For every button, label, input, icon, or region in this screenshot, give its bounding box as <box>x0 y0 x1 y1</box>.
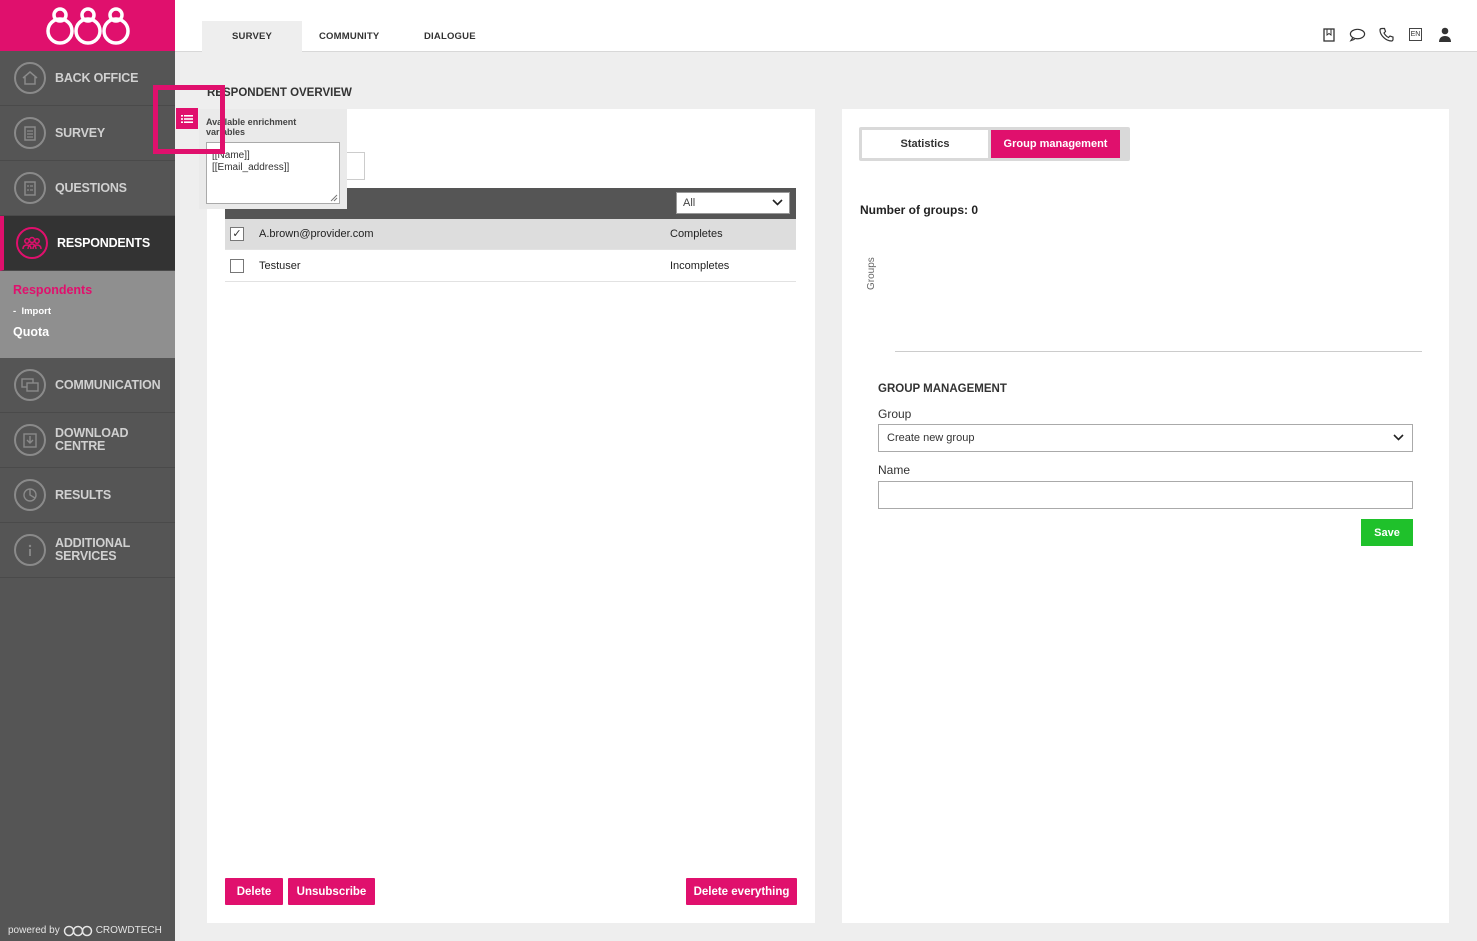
sidebar-item-label: RESPONDENTS <box>57 235 150 250</box>
enrichment-variable: [[Email_address]] <box>212 162 290 173</box>
sidebar-item-results[interactable]: RESULTS <box>0 468 175 523</box>
top-icon-bar: EN <box>1320 26 1453 43</box>
group-management-title: GROUP MANAGEMENT <box>878 383 1007 395</box>
subnav-quota[interactable]: Quota <box>13 325 175 339</box>
unsubscribe-button[interactable]: Unsubscribe <box>288 878 375 905</box>
group-name-input[interactable] <box>878 481 1413 509</box>
row-status: Incompletes <box>670 260 730 272</box>
tab-group-management[interactable]: Group management <box>991 130 1120 158</box>
sidebar-item-additional-services[interactable]: ADDITIONAL SERVICES <box>0 523 175 578</box>
name-label: Name <box>878 463 911 477</box>
page-title: RESPONDENT OVERVIEW <box>207 87 352 99</box>
chat-bubble-icon[interactable] <box>1349 26 1366 43</box>
home-icon <box>14 62 46 94</box>
sidebar-item-questions[interactable]: QUESTIONS <box>0 161 175 216</box>
number-of-groups: Number of groups: 0 <box>860 203 979 217</box>
sidebar-item-communication[interactable]: COMMUNICATION <box>0 358 175 413</box>
sidebar-item-label: BACK OFFICE <box>55 70 139 85</box>
sidebar-item-label: RESULTS <box>55 487 112 502</box>
respondents-subnav: Respondents - Import Quota <box>0 271 175 358</box>
resize-handle-icon[interactable] <box>330 194 338 202</box>
group-select-value: Create new group <box>887 432 975 444</box>
enrichment-variable: [[Name]] <box>212 150 250 161</box>
chart-axis-line <box>895 351 1422 352</box>
row-email: A.brown@provider.com <box>259 228 374 240</box>
download-icon <box>14 424 46 456</box>
sidebar-item-survey[interactable]: SURVEY <box>0 106 175 161</box>
sidebar-item-label: COMMUNICATION <box>55 377 161 392</box>
people-icon <box>16 227 48 259</box>
row-email: Testuser <box>259 260 301 272</box>
sidebar-item-back-office[interactable]: BACK OFFICE <box>0 51 175 106</box>
crowdtech-logo[interactable] <box>0 0 175 51</box>
list-icon <box>181 114 193 123</box>
enrichment-toggle-button[interactable] <box>176 108 198 129</box>
clipboard-icon <box>14 117 46 149</box>
tab-survey[interactable]: SURVEY <box>202 21 303 52</box>
info-icon <box>14 534 46 566</box>
sidebar-item-download-centre[interactable]: DOWNLOAD CENTRE <box>0 413 175 468</box>
chevron-down-icon <box>1393 432 1404 444</box>
delete-button[interactable]: Delete <box>225 878 283 905</box>
powered-by-text: powered by <box>8 924 60 936</box>
right-panel-tabs: Statistics Group management <box>859 127 1130 161</box>
sidebar-item-respondents[interactable]: RESPONDENTS <box>0 216 175 271</box>
language-selector[interactable]: EN <box>1407 26 1424 43</box>
sidebar: BACK OFFICE SURVEY QUESTIONS RESPONDENTS… <box>0 0 175 941</box>
subnav-respondents[interactable]: Respondents <box>13 283 175 297</box>
chat-icon <box>14 369 46 401</box>
language-code: EN <box>1408 28 1423 41</box>
enrichment-variables-popup: Available enrichment variables [[Name]] … <box>199 109 347 209</box>
delete-everything-button[interactable]: Delete everything <box>686 878 797 905</box>
subnav-import[interactable]: - Import <box>13 306 175 317</box>
phone-icon[interactable] <box>1378 26 1395 43</box>
row-status: Completes <box>670 228 723 240</box>
top-bar: SURVEY COMMUNITY DIALOGUE EN <box>175 0 1477 52</box>
group-management-panel <box>842 109 1449 923</box>
tab-statistics[interactable]: Statistics <box>862 130 988 158</box>
powered-brand: CROWDTECH <box>95 924 162 936</box>
user-icon[interactable] <box>1436 26 1453 43</box>
tab-dialogue[interactable]: DIALOGUE <box>394 21 506 52</box>
group-label: Group <box>878 407 912 421</box>
pie-chart-icon <box>14 479 46 511</box>
chart-axis-label: Groups <box>866 257 877 290</box>
row-checkbox[interactable]: ✓ <box>230 227 244 241</box>
chevron-down-icon <box>772 197 783 209</box>
table-row[interactable]: ✓ A.brown@provider.com Completes <box>225 219 796 250</box>
filter-value: All <box>683 197 696 209</box>
powered-by-footer: powered by CROWDTECH <box>8 923 162 937</box>
table-row[interactable]: Testuser Incompletes <box>225 251 796 282</box>
crowdtech-small-logo-icon <box>63 925 92 937</box>
sidebar-item-label: DOWNLOAD CENTRE <box>55 426 129 453</box>
manual-icon[interactable] <box>1320 26 1337 43</box>
tab-community[interactable]: COMMUNITY <box>289 21 409 52</box>
status-filter-select[interactable]: All <box>676 192 790 214</box>
sidebar-item-label: SURVEY <box>55 125 105 140</box>
enrichment-title: Available enrichment variables <box>206 117 297 137</box>
enrichment-variables-textarea[interactable]: [[Name]] [[Email_address]] <box>206 142 340 204</box>
sidebar-item-label: QUESTIONS <box>55 180 127 195</box>
group-select[interactable]: Create new group <box>878 424 1413 452</box>
sidebar-item-label: ADDITIONAL SERVICES <box>55 536 130 563</box>
list-icon <box>14 172 46 204</box>
save-button[interactable]: Save <box>1361 519 1413 546</box>
row-checkbox[interactable] <box>230 259 244 273</box>
